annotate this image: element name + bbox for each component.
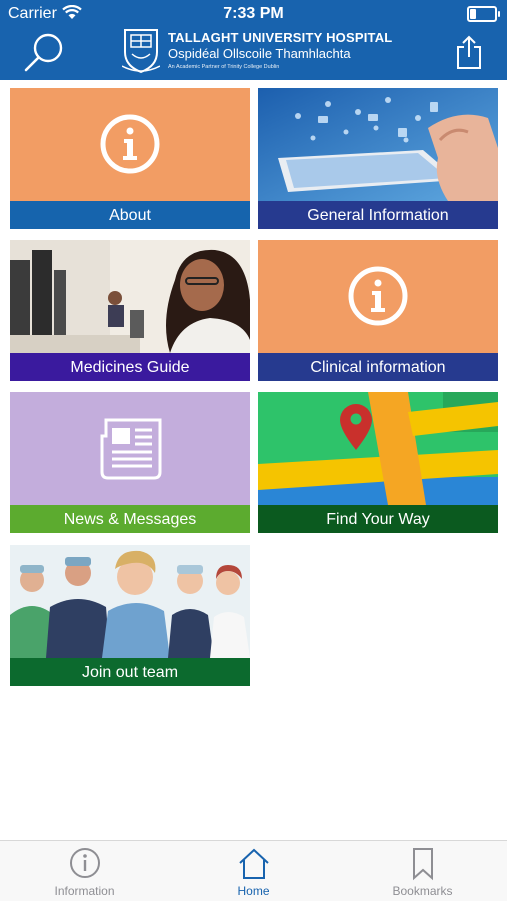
- newspaper-icon: [100, 418, 162, 480]
- search-icon: [24, 33, 63, 72]
- tile-join-team-label: Join out team: [10, 658, 250, 686]
- tile-news-messages[interactable]: News & Messages: [10, 392, 250, 533]
- tile-about-label: About: [10, 201, 250, 229]
- news-tile-image: [10, 392, 250, 505]
- tab-bar: Information Home Bookmarks: [0, 840, 507, 901]
- map-tile-image: [258, 392, 498, 505]
- tile-medicines-guide-label: Medicines Guide: [10, 353, 250, 381]
- battery-icon: [467, 6, 500, 22]
- share-button[interactable]: [455, 34, 483, 70]
- staff-photo: [10, 545, 250, 658]
- clinical-tile-image: [258, 240, 498, 353]
- tile-join-team[interactable]: Join out team: [10, 545, 250, 686]
- tile-general-information-label: General Information: [258, 201, 498, 229]
- app-header: Carrier 7:33 PM TALLAGHT UNIVERSITY HOSP…: [0, 0, 507, 80]
- search-button[interactable]: [22, 32, 66, 72]
- office-photo: [10, 240, 250, 353]
- status-time: 7:33 PM: [223, 5, 284, 22]
- info-circle-icon: [69, 848, 100, 878]
- bookmark-icon: [412, 848, 433, 881]
- info-icon: [100, 114, 160, 174]
- tile-clinical-information-label: Clinical information: [258, 353, 498, 381]
- tab-home[interactable]: Home: [169, 841, 338, 901]
- home-icon: [238, 848, 269, 879]
- tab-information[interactable]: Information: [0, 841, 169, 901]
- map-pin-icon: [258, 392, 498, 505]
- tab-bookmarks[interactable]: Bookmarks: [338, 841, 507, 901]
- status-bar: Carrier 7:33 PM: [0, 0, 507, 28]
- tablet-photo: [258, 88, 498, 201]
- tile-general-information[interactable]: General Information: [258, 88, 498, 229]
- hospital-name: TALLAGHT UNIVERSITY HOSPITAL: [168, 30, 393, 45]
- tab-information-label: Information: [54, 884, 115, 898]
- about-tile-image: [10, 88, 250, 201]
- tile-find-your-way-label: Find Your Way: [258, 505, 498, 533]
- tile-clinical-information[interactable]: Clinical information: [258, 240, 498, 381]
- hospital-tagline: An Academic Partner of Trinity College D…: [168, 64, 280, 70]
- share-icon: [457, 35, 481, 69]
- tile-find-your-way[interactable]: Find Your Way: [258, 392, 498, 533]
- info-icon: [348, 266, 408, 326]
- hospital-irish-name: Ospidéal Ollscoile Thamhlachta: [168, 46, 351, 61]
- tile-about[interactable]: About: [10, 88, 250, 229]
- tile-news-messages-label: News & Messages: [10, 505, 250, 533]
- tab-home-label: Home: [237, 884, 270, 898]
- tab-bookmarks-label: Bookmarks: [392, 884, 453, 898]
- crest-icon: [122, 29, 160, 74]
- tile-medicines-guide[interactable]: Medicines Guide: [10, 240, 250, 381]
